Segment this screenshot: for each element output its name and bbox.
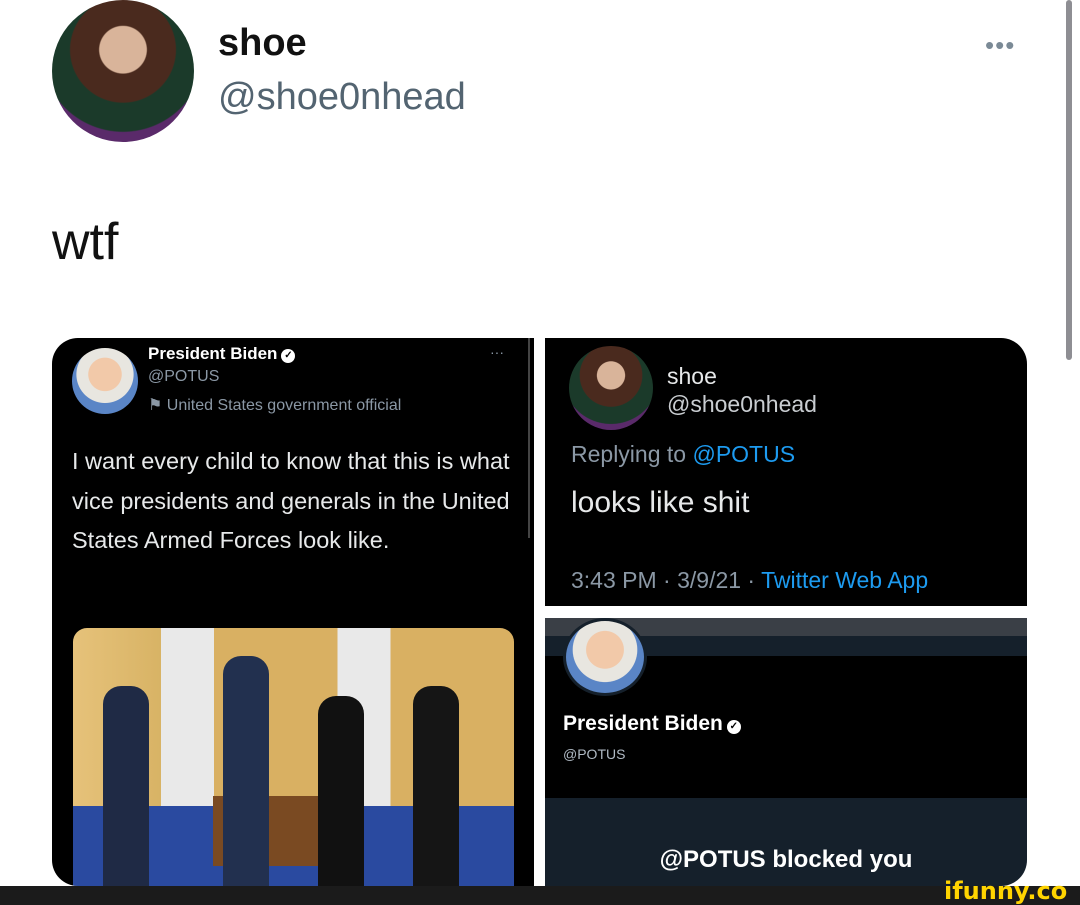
shoe-name: shoe — [667, 363, 717, 389]
potus-tweet-body: I want every child to know that this is … — [72, 448, 510, 553]
embedded-screenshot-blocked[interactable]: President Biden ✓ @POTUS @POTUS blocked y… — [545, 618, 1027, 886]
embedded-screenshot-potus-tweet[interactable]: President Biden ✓ @POTUS ⚑ United States … — [52, 338, 534, 886]
profile-name: President Biden ✓ — [563, 712, 741, 736]
source-app-link: Twitter Web App — [761, 567, 929, 593]
reply-timestamp: 3:43 PM · 3/9/21 · Twitter Web App — [571, 567, 929, 593]
reply-body: looks like shit — [571, 486, 750, 519]
oval-office-photo — [73, 628, 514, 886]
photo-person — [223, 656, 269, 886]
tweet-text: wtf — [52, 213, 119, 271]
avatar[interactable] — [52, 0, 194, 142]
flag-icon: ⚑ — [148, 397, 167, 414]
biden-profile-avatar — [563, 618, 647, 696]
scrollbar[interactable] — [1066, 0, 1072, 360]
photo-person — [103, 686, 149, 886]
blocked-message: @POTUS blocked you — [659, 846, 913, 873]
divider — [528, 338, 530, 538]
photo-person — [318, 696, 364, 886]
replying-handle-link: @POTUS — [692, 441, 796, 467]
verified-icon: ✓ — [726, 720, 741, 734]
verified-icon: ✓ — [281, 349, 296, 363]
photo-person — [413, 686, 459, 886]
more-icon: ··· — [490, 344, 504, 360]
replying-to: Replying to @POTUS — [571, 441, 796, 467]
government-label: ⚑ United States government official — [148, 397, 402, 414]
user-handle[interactable]: @shoe0nhead — [218, 76, 466, 119]
biden-name: President Biden ✓ — [148, 344, 296, 364]
embedded-screenshot-shoe-reply[interactable]: shoe @shoe0nhead Replying to @POTUS look… — [545, 338, 1027, 606]
display-name[interactable]: shoe — [218, 22, 307, 65]
biden-avatar — [72, 348, 138, 414]
profile-handle: @POTUS — [563, 746, 626, 762]
shoe-handle: @shoe0nhead — [667, 391, 817, 417]
biden-handle: @POTUS — [148, 368, 220, 385]
more-options-icon[interactable]: ••• — [985, 30, 1015, 61]
bottom-bar — [0, 886, 1080, 905]
shoe-avatar — [569, 346, 653, 430]
watermark-logo: ifunny.co — [944, 877, 1068, 905]
